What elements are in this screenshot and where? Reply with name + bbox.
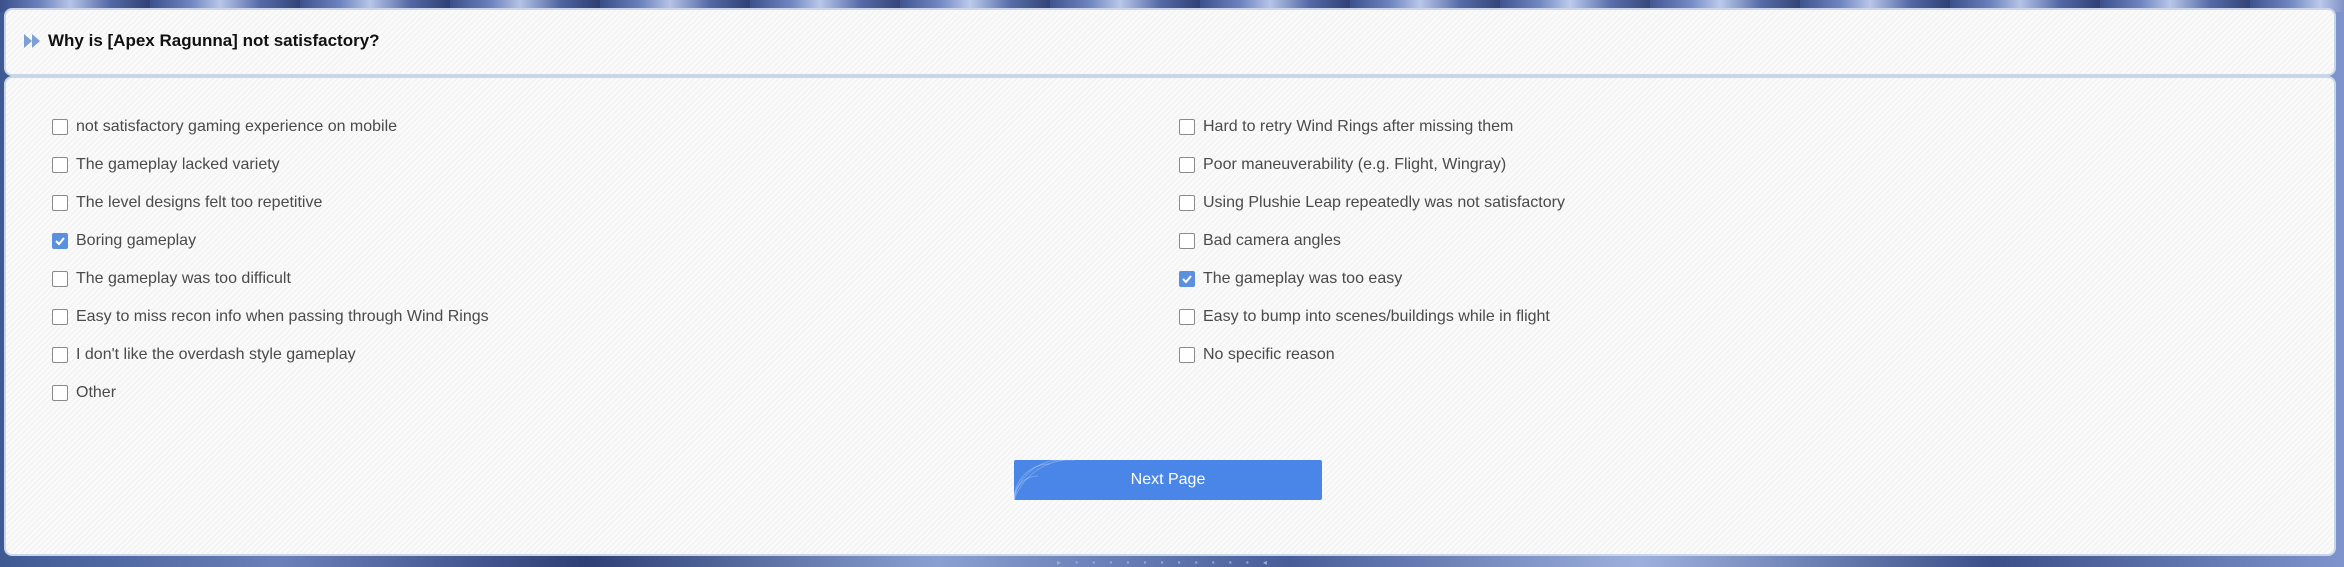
option-item[interactable]: not satisfactory gaming experience on mo… (52, 108, 489, 146)
options-column-right: Hard to retry Wind Rings after missing t… (1179, 108, 1565, 374)
next-page-label: Next Page (1130, 471, 1206, 488)
option-item[interactable]: Hard to retry Wind Rings after missing t… (1179, 108, 1565, 146)
option-label: Other (76, 384, 117, 401)
checkbox[interactable] (52, 233, 68, 249)
question-title-row: Why is [Apex Ragunna] not satisfactory? (22, 32, 380, 50)
option-label: not satisfactory gaming experience on mo… (76, 118, 398, 135)
checkmark-icon (55, 237, 65, 246)
option-label: I don't like the overdash style gameplay (76, 346, 356, 363)
option-label: Bad camera angles (1203, 232, 1341, 249)
option-label: The gameplay was too easy (1203, 270, 1403, 287)
option-label: Poor maneuverability (e.g. Flight, Wingr… (1203, 156, 1507, 173)
checkbox[interactable] (1179, 195, 1195, 211)
option-item[interactable]: Other (52, 374, 489, 412)
checkbox[interactable] (1179, 233, 1195, 249)
checkbox[interactable] (52, 119, 68, 135)
option-item[interactable]: No specific reason (1179, 336, 1565, 374)
footer-decoration: ▸ ▪ ▪ ▪ ▪ ▪ ▪ ▪ ▪ ▪ ▪ ▪ ◂ (1057, 558, 1273, 567)
options-panel: not satisfactory gaming experience on mo… (4, 76, 2336, 556)
checkbox[interactable] (1179, 119, 1195, 135)
ripple-decoration (1014, 460, 1074, 500)
option-label: The gameplay was too difficult (76, 270, 291, 287)
checkbox[interactable] (1179, 271, 1195, 287)
option-label: The level designs felt too repetitive (76, 194, 323, 211)
question-title: Why is [Apex Ragunna] not satisfactory? (48, 31, 380, 50)
option-label: Boring gameplay (76, 232, 197, 249)
option-item[interactable]: The gameplay was too difficult (52, 260, 489, 298)
checkbox[interactable] (1179, 157, 1195, 173)
option-item[interactable]: I don't like the overdash style gameplay (52, 336, 489, 374)
option-item[interactable]: Poor maneuverability (e.g. Flight, Wingr… (1179, 146, 1565, 184)
option-item[interactable]: The gameplay was too easy (1179, 260, 1565, 298)
option-item[interactable]: Using Plushie Leap repeatedly was not sa… (1179, 184, 1565, 222)
checkbox[interactable] (52, 309, 68, 325)
option-item[interactable]: Bad camera angles (1179, 222, 1565, 260)
option-label: The gameplay lacked variety (76, 156, 280, 173)
question-header: Why is [Apex Ragunna] not satisfactory? (4, 8, 2336, 76)
double-arrow-icon (22, 32, 44, 50)
checkbox[interactable] (52, 347, 68, 363)
checkbox[interactable] (52, 195, 68, 211)
checkbox[interactable] (52, 157, 68, 173)
option-item[interactable]: Boring gameplay (52, 222, 489, 260)
option-label: Easy to bump into scenes/buildings while… (1203, 308, 1550, 325)
option-item[interactable]: Easy to miss recon info when passing thr… (52, 298, 489, 336)
checkbox[interactable] (52, 385, 68, 401)
option-label: Using Plushie Leap repeatedly was not sa… (1203, 194, 1565, 211)
checkbox[interactable] (1179, 347, 1195, 363)
option-label: No specific reason (1203, 346, 1335, 363)
next-page-button[interactable]: Next Page (1014, 460, 1322, 500)
options-column-left: not satisfactory gaming experience on mo… (52, 108, 489, 412)
option-item[interactable]: The gameplay lacked variety (52, 146, 489, 184)
checkbox[interactable] (52, 271, 68, 287)
checkbox[interactable] (1179, 309, 1195, 325)
option-item[interactable]: Easy to bump into scenes/buildings while… (1179, 298, 1565, 336)
option-label: Easy to miss recon info when passing thr… (76, 308, 489, 325)
option-label: Hard to retry Wind Rings after missing t… (1203, 118, 1514, 135)
option-item[interactable]: The level designs felt too repetitive (52, 184, 489, 222)
checkmark-icon (1182, 275, 1192, 284)
